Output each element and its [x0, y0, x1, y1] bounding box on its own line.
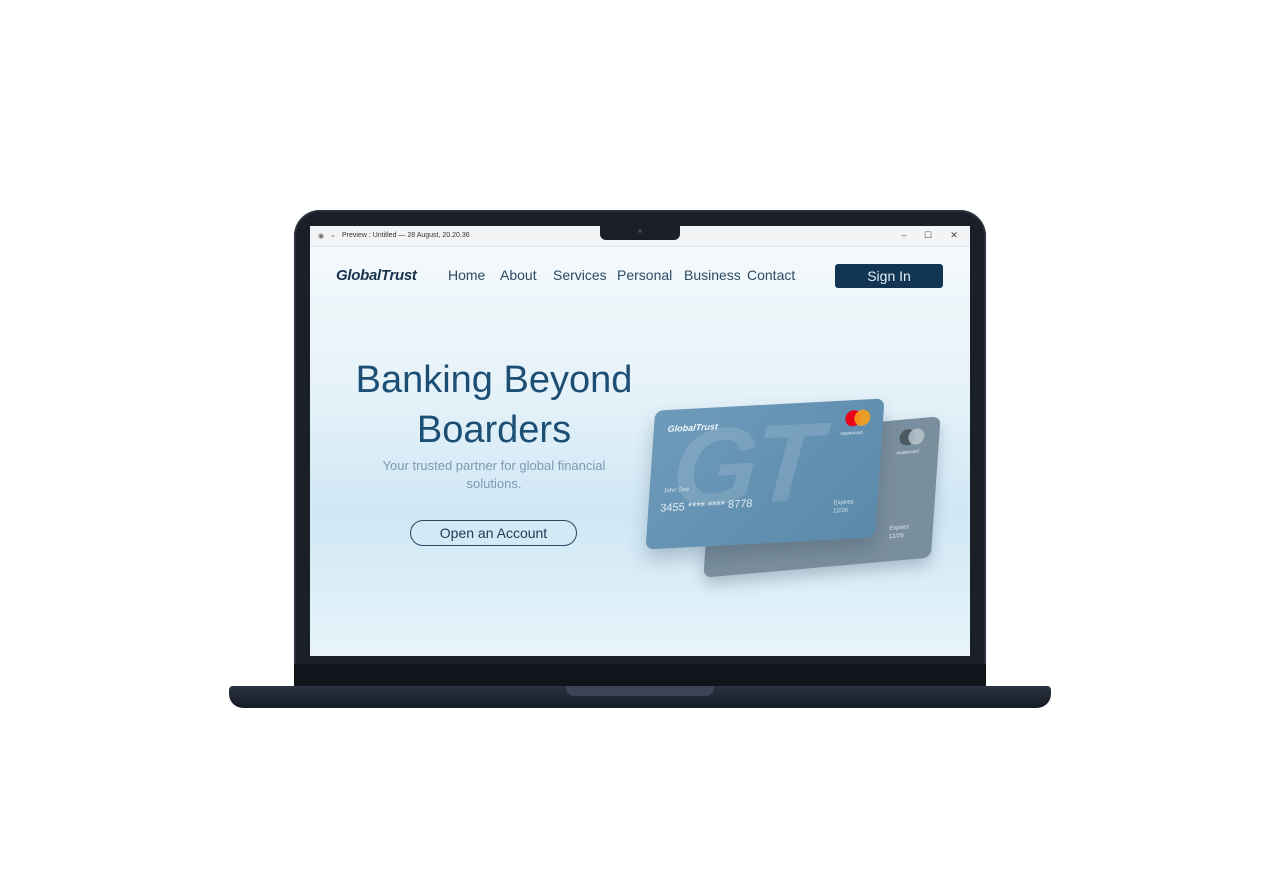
- minimize-button[interactable]: –: [898, 230, 910, 240]
- laptop-trackpad-notch: [566, 686, 714, 696]
- card-network-label: mastercard: [896, 448, 920, 456]
- card-expiry-value: 12/26: [832, 507, 849, 515]
- card-expiry: Expires 12/26: [888, 523, 909, 541]
- nav-business[interactable]: Business: [684, 267, 741, 283]
- card-expiry-value: 12/26: [888, 532, 904, 541]
- mastercard-logo-icon: [897, 427, 932, 448]
- camera-notch: [600, 226, 680, 240]
- credit-card-front: GT GlobalTrust mastercard John Doe 3455 …: [645, 398, 885, 550]
- screen: ◉ ⌄ Preview : Untitled — 28 August, 20.2…: [310, 226, 970, 656]
- site-logo[interactable]: GlobalTrust: [336, 267, 417, 284]
- nav-about[interactable]: About: [500, 267, 537, 283]
- hero-title: Banking Beyond Boarders: [334, 355, 654, 455]
- window-title: Preview : Untitled — 28 August, 20.20.36: [342, 232, 470, 239]
- nav-services[interactable]: Services: [553, 267, 607, 283]
- laptop-chin: [294, 664, 986, 688]
- hero-subtitle: Your trusted partner for global financia…: [354, 457, 634, 493]
- app-icon: ◉: [318, 233, 325, 240]
- hero-title-line2: Boarders: [416, 409, 572, 451]
- web-page: GlobalTrust Home About Services Personal…: [310, 247, 970, 656]
- nav-home[interactable]: Home: [448, 267, 485, 283]
- card-watermark: GT: [668, 399, 822, 532]
- hero-subtitle-line2: solutions.: [466, 476, 522, 491]
- nav-contact[interactable]: Contact: [747, 267, 795, 283]
- chevron-down-icon[interactable]: ⌄: [330, 231, 336, 239]
- hero-title-line1: Banking Beyond: [355, 359, 633, 401]
- card-network-label: mastercard: [840, 429, 864, 436]
- close-button[interactable]: ✕: [948, 230, 960, 241]
- open-account-button[interactable]: Open an Account: [410, 520, 577, 546]
- nav-personal[interactable]: Personal: [617, 267, 672, 283]
- sign-in-button[interactable]: Sign In: [835, 264, 943, 288]
- card-expiry: Expires 12/26: [833, 498, 854, 515]
- hero-subtitle-line1: Your trusted partner for global financia…: [382, 458, 606, 473]
- maximize-button[interactable]: ☐: [922, 230, 934, 241]
- mastercard-logo-icon: [843, 409, 878, 429]
